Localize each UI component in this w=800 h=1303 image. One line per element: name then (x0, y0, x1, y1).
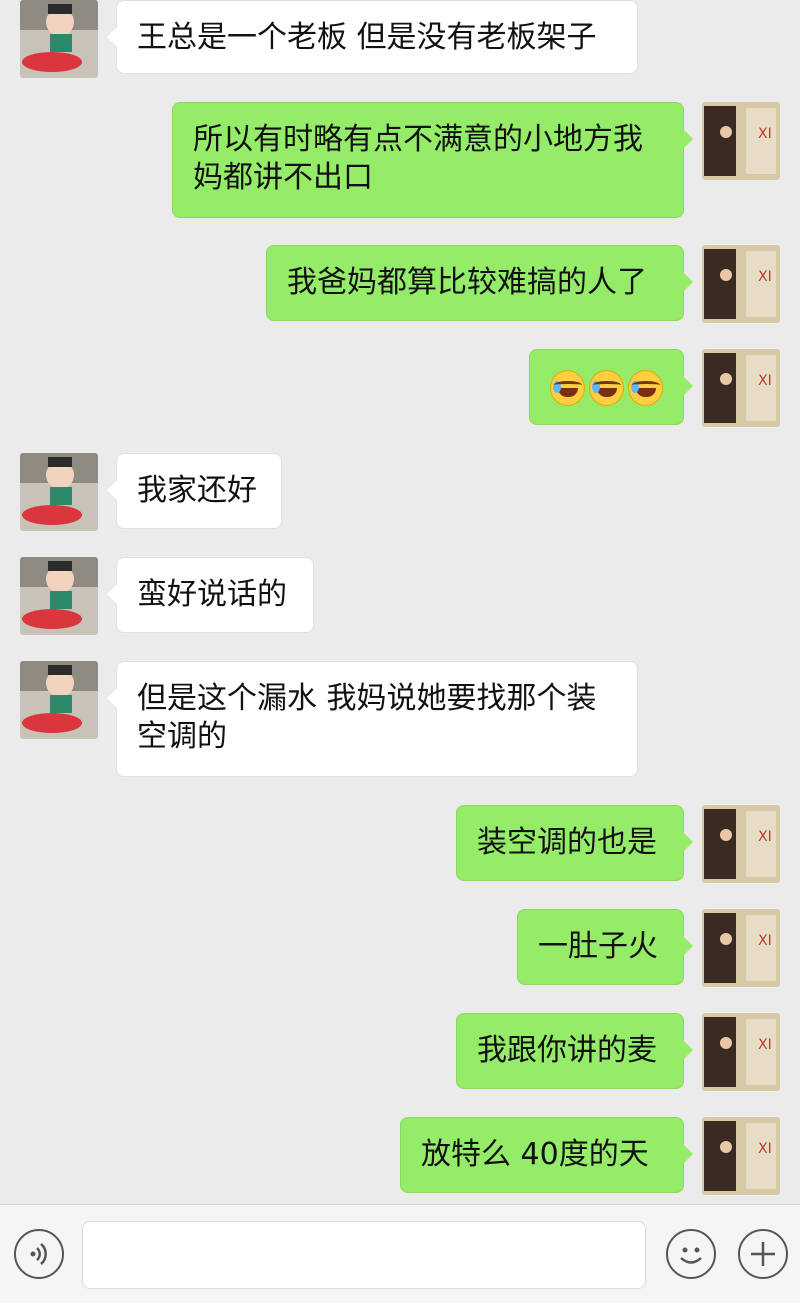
message-text: 但是这个漏水 我妈说她要找那个装空调的 (137, 681, 597, 754)
plus-icon (751, 1242, 775, 1266)
message-bubble[interactable]: 装空调的也是 (456, 805, 693, 881)
emoji-icon (680, 1247, 702, 1264)
message-bubble[interactable]: 所以有时略有点不满意的小地方我妈都讲不出口 (172, 102, 693, 218)
self-avatar[interactable]: XI (702, 1013, 780, 1091)
message-bubble[interactable]: 我家还好 (107, 453, 282, 529)
svg-text:XI: XI (758, 933, 772, 949)
message-input[interactable] (82, 1221, 646, 1289)
self-avatar[interactable]: XI (702, 1117, 780, 1195)
message-bubble[interactable]: 一肚子火 (517, 909, 693, 985)
plus-button[interactable] (738, 1229, 788, 1279)
emoji-row (550, 368, 663, 406)
message-bubble[interactable]: 我爸妈都算比较难搞的人了 (266, 245, 693, 321)
self-avatar[interactable]: XI (702, 349, 780, 427)
chat-area: 王总是一个老板 但是没有老板架子 所以有时略有点不满意的小地方我妈都讲不出口 X… (0, 0, 800, 1204)
message-bubble[interactable]: 但是这个漏水 我妈说她要找那个装空调的 (107, 661, 638, 777)
message-text: 所以有时略有点不满意的小地方我妈都讲不出口 (193, 122, 643, 195)
message-text: 一肚子火 (538, 929, 658, 964)
self-avatar[interactable]: XI (702, 245, 780, 323)
svg-text:XI: XI (758, 1037, 772, 1053)
message-text: 装空调的也是 (477, 825, 657, 860)
contact-avatar[interactable] (20, 557, 98, 635)
self-avatar[interactable]: XI (702, 909, 780, 987)
message-bubble[interactable]: 王总是一个老板 但是没有老板架子 (107, 0, 638, 74)
svg-text:XI: XI (758, 126, 772, 142)
svg-text:XI: XI (758, 1141, 772, 1157)
message-text: 我爸妈都算比较难搞的人了 (287, 265, 647, 300)
emoji-button[interactable] (666, 1229, 716, 1279)
message-bubble[interactable] (529, 349, 693, 425)
voice-icon (30, 1243, 47, 1265)
svg-text:XI: XI (758, 829, 772, 845)
contact-avatar[interactable] (20, 453, 98, 531)
contact-avatar[interactable] (20, 0, 98, 78)
message-bubble[interactable]: 蛮好说话的 (107, 557, 314, 633)
message-text: 我跟你讲的麦 (477, 1033, 657, 1068)
message-text: 放特么 40度的天 (421, 1137, 649, 1172)
loudly-crying-face-icon (628, 370, 663, 406)
message-bubble[interactable]: 我跟你讲的麦 (456, 1013, 693, 1089)
message-text: 蛮好说话的 (137, 577, 287, 612)
voice-button[interactable] (14, 1229, 64, 1279)
self-avatar[interactable]: XI (702, 102, 780, 180)
contact-avatar[interactable] (20, 661, 98, 739)
svg-text:XI: XI (758, 269, 772, 285)
input-bar (0, 1204, 800, 1303)
loudly-crying-face-icon (589, 370, 624, 406)
message-text: 我家还好 (137, 473, 257, 508)
message-bubble[interactable]: 放特么 40度的天 (400, 1117, 693, 1193)
loudly-crying-face-icon (550, 370, 585, 406)
svg-text:XI: XI (758, 373, 772, 389)
self-avatar[interactable]: XI (702, 805, 780, 883)
message-text: 王总是一个老板 但是没有老板架子 (137, 20, 597, 55)
